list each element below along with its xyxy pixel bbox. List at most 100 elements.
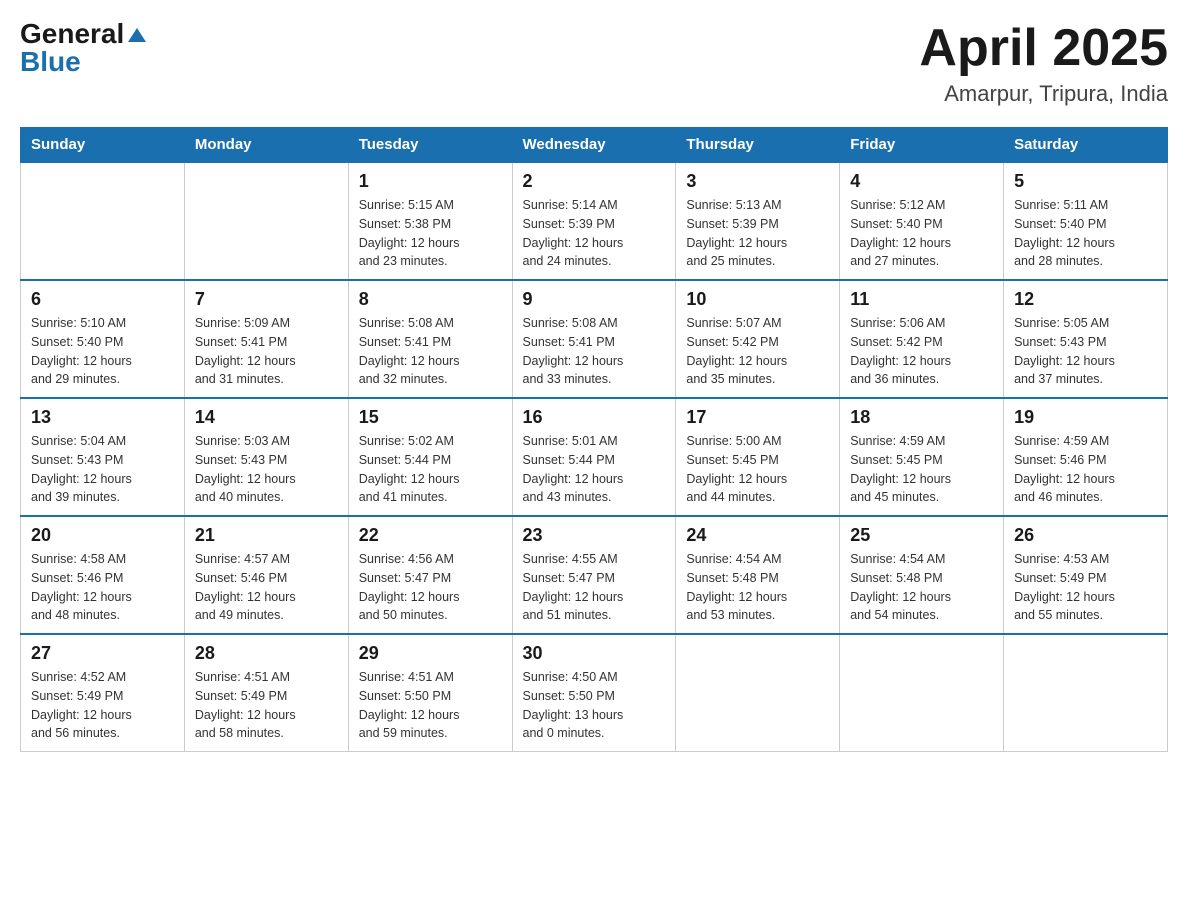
day-info: Sunrise: 5:14 AMSunset: 5:39 PMDaylight:… bbox=[523, 196, 666, 271]
day-cell bbox=[184, 162, 348, 280]
logo: General Blue bbox=[20, 20, 146, 76]
day-cell: 18 Sunrise: 4:59 AMSunset: 5:45 PMDayligh… bbox=[840, 398, 1004, 516]
day-number: 5 bbox=[1014, 171, 1157, 192]
day-number: 15 bbox=[359, 407, 502, 428]
day-number: 13 bbox=[31, 407, 174, 428]
day-number: 4 bbox=[850, 171, 993, 192]
week-row-4: 20Sunrise: 4:58 AMSunset: 5:46 PMDayligh… bbox=[21, 516, 1168, 634]
day-number: 26 bbox=[1014, 525, 1157, 546]
calendar-header-row: SundayMondayTuesdayWednesdayThursdayFrid… bbox=[21, 128, 1168, 163]
day-cell bbox=[21, 162, 185, 280]
day-info: Sunrise: 5:09 AMSunset: 5:41 PMDaylight:… bbox=[195, 314, 338, 389]
day-info: Sunrise: 5:06 AMSunset: 5:42 PMDaylight:… bbox=[850, 314, 993, 389]
day-info: Sunrise: 4:52 AMSunset: 5:49 PMDaylight:… bbox=[31, 668, 174, 743]
day-cell: 4 Sunrise: 5:12 AMSunset: 5:40 PMDaylight… bbox=[840, 162, 1004, 280]
day-cell: 9Sunrise: 5:08 AMSunset: 5:41 PMDaylight… bbox=[512, 280, 676, 398]
day-info: Sunrise: 4:55 AMSunset: 5:47 PMDaylight:… bbox=[523, 550, 666, 625]
day-cell: 29 Sunrise: 4:51 AMSunset: 5:50 PMDayligh… bbox=[348, 634, 512, 752]
day-info: Sunrise: 5:00 AMSunset: 5:45 PMDaylight:… bbox=[686, 432, 829, 507]
day-number: 21 bbox=[195, 525, 338, 546]
day-info: Sunrise: 4:57 AMSunset: 5:46 PMDaylight:… bbox=[195, 550, 338, 625]
day-number: 27 bbox=[31, 643, 174, 664]
day-cell: 6 Sunrise: 5:10 AMSunset: 5:40 PMDaylight… bbox=[21, 280, 185, 398]
day-cell: 5 Sunrise: 5:11 AMSunset: 5:40 PMDaylight… bbox=[1004, 162, 1168, 280]
day-info: Sunrise: 4:54 AMSunset: 5:48 PMDaylight:… bbox=[850, 550, 993, 625]
day-cell: 11 Sunrise: 5:06 AMSunset: 5:42 PMDayligh… bbox=[840, 280, 1004, 398]
day-number: 23 bbox=[523, 525, 666, 546]
day-cell: 15 Sunrise: 5:02 AMSunset: 5:44 PMDayligh… bbox=[348, 398, 512, 516]
calendar-table: SundayMondayTuesdayWednesdayThursdayFrid… bbox=[20, 127, 1168, 752]
day-cell: 21 Sunrise: 4:57 AMSunset: 5:46 PMDayligh… bbox=[184, 516, 348, 634]
day-number: 16 bbox=[523, 407, 666, 428]
day-cell: 8 Sunrise: 5:08 AMSunset: 5:41 PMDaylight… bbox=[348, 280, 512, 398]
day-info: Sunrise: 4:56 AMSunset: 5:47 PMDaylight:… bbox=[359, 550, 502, 625]
day-cell: 27 Sunrise: 4:52 AMSunset: 5:49 PMDayligh… bbox=[21, 634, 185, 752]
day-info: Sunrise: 5:15 AMSunset: 5:38 PMDaylight:… bbox=[359, 196, 502, 271]
column-header-friday: Friday bbox=[840, 128, 1004, 163]
day-cell: 16 Sunrise: 5:01 AMSunset: 5:44 PMDayligh… bbox=[512, 398, 676, 516]
day-info: Sunrise: 4:58 AMSunset: 5:46 PMDaylight:… bbox=[31, 550, 174, 625]
day-cell: 2 Sunrise: 5:14 AMSunset: 5:39 PMDaylight… bbox=[512, 162, 676, 280]
column-header-saturday: Saturday bbox=[1004, 128, 1168, 163]
day-info: Sunrise: 4:59 AMSunset: 5:45 PMDaylight:… bbox=[850, 432, 993, 507]
day-cell: 13 Sunrise: 5:04 AMSunset: 5:43 PMDayligh… bbox=[21, 398, 185, 516]
day-info: Sunrise: 4:50 AMSunset: 5:50 PMDaylight:… bbox=[523, 668, 666, 743]
week-row-3: 13 Sunrise: 5:04 AMSunset: 5:43 PMDayligh… bbox=[21, 398, 1168, 516]
day-number: 17 bbox=[686, 407, 829, 428]
logo-general-text: General bbox=[20, 20, 124, 48]
day-number: 29 bbox=[359, 643, 502, 664]
calendar-location: Amarpur, Tripura, India bbox=[919, 81, 1168, 107]
day-cell bbox=[840, 634, 1004, 752]
day-number: 22 bbox=[359, 525, 502, 546]
day-number: 19 bbox=[1014, 407, 1157, 428]
day-info: Sunrise: 5:03 AMSunset: 5:43 PMDaylight:… bbox=[195, 432, 338, 507]
day-number: 2 bbox=[523, 171, 666, 192]
day-info: Sunrise: 5:08 AMSunset: 5:41 PMDaylight:… bbox=[359, 314, 502, 389]
day-number: 8 bbox=[359, 289, 502, 310]
day-cell: 19Sunrise: 4:59 AMSunset: 5:46 PMDayligh… bbox=[1004, 398, 1168, 516]
day-info: Sunrise: 5:08 AMSunset: 5:41 PMDaylight:… bbox=[523, 314, 666, 389]
column-header-sunday: Sunday bbox=[21, 128, 185, 163]
day-info: Sunrise: 4:51 AMSunset: 5:50 PMDaylight:… bbox=[359, 668, 502, 743]
day-info: Sunrise: 5:07 AMSunset: 5:42 PMDaylight:… bbox=[686, 314, 829, 389]
day-info: Sunrise: 5:12 AMSunset: 5:40 PMDaylight:… bbox=[850, 196, 993, 271]
day-cell: 20Sunrise: 4:58 AMSunset: 5:46 PMDayligh… bbox=[21, 516, 185, 634]
day-info: Sunrise: 4:53 AMSunset: 5:49 PMDaylight:… bbox=[1014, 550, 1157, 625]
day-number: 1 bbox=[359, 171, 502, 192]
day-cell: 12Sunrise: 5:05 AMSunset: 5:43 PMDayligh… bbox=[1004, 280, 1168, 398]
day-info: Sunrise: 4:51 AMSunset: 5:49 PMDaylight:… bbox=[195, 668, 338, 743]
day-number: 18 bbox=[850, 407, 993, 428]
day-cell: 17 Sunrise: 5:00 AMSunset: 5:45 PMDayligh… bbox=[676, 398, 840, 516]
logo-blue-text: Blue bbox=[20, 48, 81, 76]
day-number: 6 bbox=[31, 289, 174, 310]
day-info: Sunrise: 5:02 AMSunset: 5:44 PMDaylight:… bbox=[359, 432, 502, 507]
day-number: 25 bbox=[850, 525, 993, 546]
week-row-1: 1 Sunrise: 5:15 AMSunset: 5:38 PMDaylight… bbox=[21, 162, 1168, 280]
day-info: Sunrise: 4:54 AMSunset: 5:48 PMDaylight:… bbox=[686, 550, 829, 625]
day-cell: 24 Sunrise: 4:54 AMSunset: 5:48 PMDayligh… bbox=[676, 516, 840, 634]
day-cell: 10 Sunrise: 5:07 AMSunset: 5:42 PMDayligh… bbox=[676, 280, 840, 398]
day-cell bbox=[1004, 634, 1168, 752]
day-info: Sunrise: 5:10 AMSunset: 5:40 PMDaylight:… bbox=[31, 314, 174, 389]
day-info: Sunrise: 5:01 AMSunset: 5:44 PMDaylight:… bbox=[523, 432, 666, 507]
day-cell: 1 Sunrise: 5:15 AMSunset: 5:38 PMDaylight… bbox=[348, 162, 512, 280]
day-info: Sunrise: 5:04 AMSunset: 5:43 PMDaylight:… bbox=[31, 432, 174, 507]
day-number: 14 bbox=[195, 407, 338, 428]
day-number: 28 bbox=[195, 643, 338, 664]
column-header-thursday: Thursday bbox=[676, 128, 840, 163]
day-cell bbox=[676, 634, 840, 752]
day-info: Sunrise: 5:05 AMSunset: 5:43 PMDaylight:… bbox=[1014, 314, 1157, 389]
day-cell: 28 Sunrise: 4:51 AMSunset: 5:49 PMDayligh… bbox=[184, 634, 348, 752]
day-number: 7 bbox=[195, 289, 338, 310]
day-cell: 26 Sunrise: 4:53 AMSunset: 5:49 PMDayligh… bbox=[1004, 516, 1168, 634]
week-row-5: 27 Sunrise: 4:52 AMSunset: 5:49 PMDayligh… bbox=[21, 634, 1168, 752]
title-area: April 2025 Amarpur, Tripura, India bbox=[919, 20, 1168, 107]
day-info: Sunrise: 5:11 AMSunset: 5:40 PMDaylight:… bbox=[1014, 196, 1157, 271]
day-number: 3 bbox=[686, 171, 829, 192]
day-number: 11 bbox=[850, 289, 993, 310]
day-cell: 3 Sunrise: 5:13 AMSunset: 5:39 PMDaylight… bbox=[676, 162, 840, 280]
day-number: 10 bbox=[686, 289, 829, 310]
day-number: 24 bbox=[686, 525, 829, 546]
day-info: Sunrise: 5:13 AMSunset: 5:39 PMDaylight:… bbox=[686, 196, 829, 271]
day-cell: 25 Sunrise: 4:54 AMSunset: 5:48 PMDayligh… bbox=[840, 516, 1004, 634]
